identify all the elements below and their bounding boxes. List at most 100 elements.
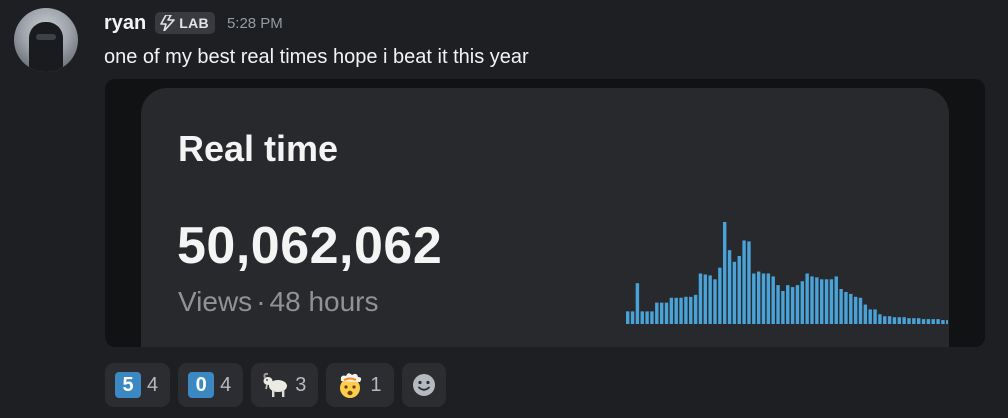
reaction-count: 1	[370, 373, 382, 396]
chart-bar	[703, 274, 707, 324]
chart-bar	[790, 287, 795, 324]
chart-bar	[684, 296, 688, 324]
chart-bar	[815, 277, 819, 324]
chart-bar	[756, 271, 761, 324]
chart-bar	[917, 318, 921, 324]
chart-bar	[844, 291, 848, 324]
chart-bar	[853, 296, 858, 324]
chart-bar	[907, 318, 911, 324]
message-text: one of my best real times hope i beat it…	[104, 46, 529, 68]
chart-bar	[723, 222, 727, 324]
chart-bar	[761, 273, 766, 324]
chart-bar	[873, 309, 877, 324]
views-label: Views	[178, 286, 253, 317]
reaction-keycap-5[interactable]: 5 4	[105, 363, 171, 407]
chart-bar	[718, 267, 722, 324]
timestamp[interactable]: 5:28 PM	[227, 15, 283, 32]
chart-bar	[747, 241, 751, 324]
reaction-count: 4	[220, 373, 232, 396]
add-reaction-button[interactable]	[401, 363, 446, 407]
user-avatar[interactable]	[14, 8, 78, 72]
chart-bar	[626, 311, 630, 324]
chart-bar	[659, 302, 664, 324]
reaction-goat[interactable]: 3	[251, 363, 319, 407]
views-count: 50,062,062	[177, 217, 443, 275]
chart-bar	[713, 279, 717, 324]
chart-bar	[883, 316, 887, 324]
chart-bar	[810, 276, 814, 324]
chart-bar	[805, 273, 809, 324]
card-subtitle: Views · 48 hours	[178, 286, 378, 318]
chart-bar	[931, 319, 935, 324]
chart-bar	[887, 316, 892, 324]
chart-bar	[771, 276, 775, 324]
chart-bar	[946, 320, 948, 324]
chart-bar	[655, 302, 659, 324]
chart-bar	[941, 320, 945, 324]
chart-bar	[936, 319, 940, 324]
chart-bar	[679, 297, 683, 324]
avatar-figure	[29, 22, 63, 72]
chart-bar	[664, 302, 669, 324]
chart-bar	[781, 290, 785, 324]
lightning-icon	[160, 15, 176, 31]
chart-bar	[752, 273, 756, 324]
chart-bar	[674, 297, 678, 324]
reaction-exploding-head[interactable]: 1	[326, 363, 394, 407]
chart-bar	[689, 296, 693, 324]
exploding-head-emoji	[340, 373, 362, 398]
goat-emoji	[263, 372, 288, 397]
chart-bar	[766, 273, 771, 324]
keycap-0-emoji: 0	[188, 372, 215, 398]
chart-bar	[693, 294, 698, 324]
period-label: 48 hours	[269, 286, 379, 317]
chart-bar	[635, 283, 640, 324]
separator: ·	[256, 286, 266, 317]
chart-bar	[829, 279, 834, 324]
chart-bar	[912, 318, 916, 324]
chart-bar	[742, 240, 746, 324]
chart-bar	[795, 285, 800, 324]
image-attachment[interactable]: Real time 50,062,062 Views · 48 hours	[105, 79, 985, 347]
chart-bar	[708, 275, 712, 324]
chart-bar	[858, 297, 863, 324]
server-tag[interactable]: LAB	[155, 12, 215, 34]
chart-bar	[820, 279, 824, 324]
chart-bar	[897, 317, 901, 324]
chart-bar	[669, 297, 674, 324]
reaction-count: 4	[147, 373, 159, 396]
avatar-visor	[36, 34, 56, 40]
chart-bar	[834, 276, 838, 324]
chart-bar	[849, 293, 853, 324]
chart-bar	[892, 317, 897, 324]
chart-bar	[645, 311, 649, 324]
keycap-5-emoji: 5	[115, 372, 141, 398]
reaction-count: 3	[295, 373, 307, 396]
chart-bar	[824, 279, 829, 324]
chart-bar	[868, 309, 872, 324]
reaction-keycap-0[interactable]: 0 4	[178, 363, 244, 407]
chart-bar	[732, 261, 737, 324]
chart-bar	[737, 256, 741, 324]
chart-bar	[727, 250, 732, 324]
chart-bar	[776, 285, 780, 324]
chart-bar	[650, 311, 654, 324]
chart-bar	[630, 311, 635, 324]
chart-bar	[902, 317, 906, 324]
card-title: Real time	[178, 128, 339, 169]
analytics-card: Real time 50,062,062 Views · 48 hours	[141, 88, 949, 347]
reactions-bar: 5 4 0 4 3 1	[105, 363, 446, 407]
message-header: ryan LAB 5:28 PM	[104, 10, 283, 36]
chart-bar	[878, 314, 882, 324]
views-bar-chart	[626, 222, 948, 324]
chart-bar	[839, 289, 843, 324]
chart-bar	[800, 281, 804, 324]
chart-bar	[921, 319, 926, 324]
chart-bar	[863, 304, 868, 324]
username[interactable]: ryan	[104, 12, 146, 35]
server-tag-label: LAB	[179, 15, 209, 31]
chart-bar	[698, 273, 703, 324]
chart-bar	[640, 311, 644, 324]
smiley-add-icon	[412, 374, 435, 396]
chart-bar	[926, 319, 931, 324]
